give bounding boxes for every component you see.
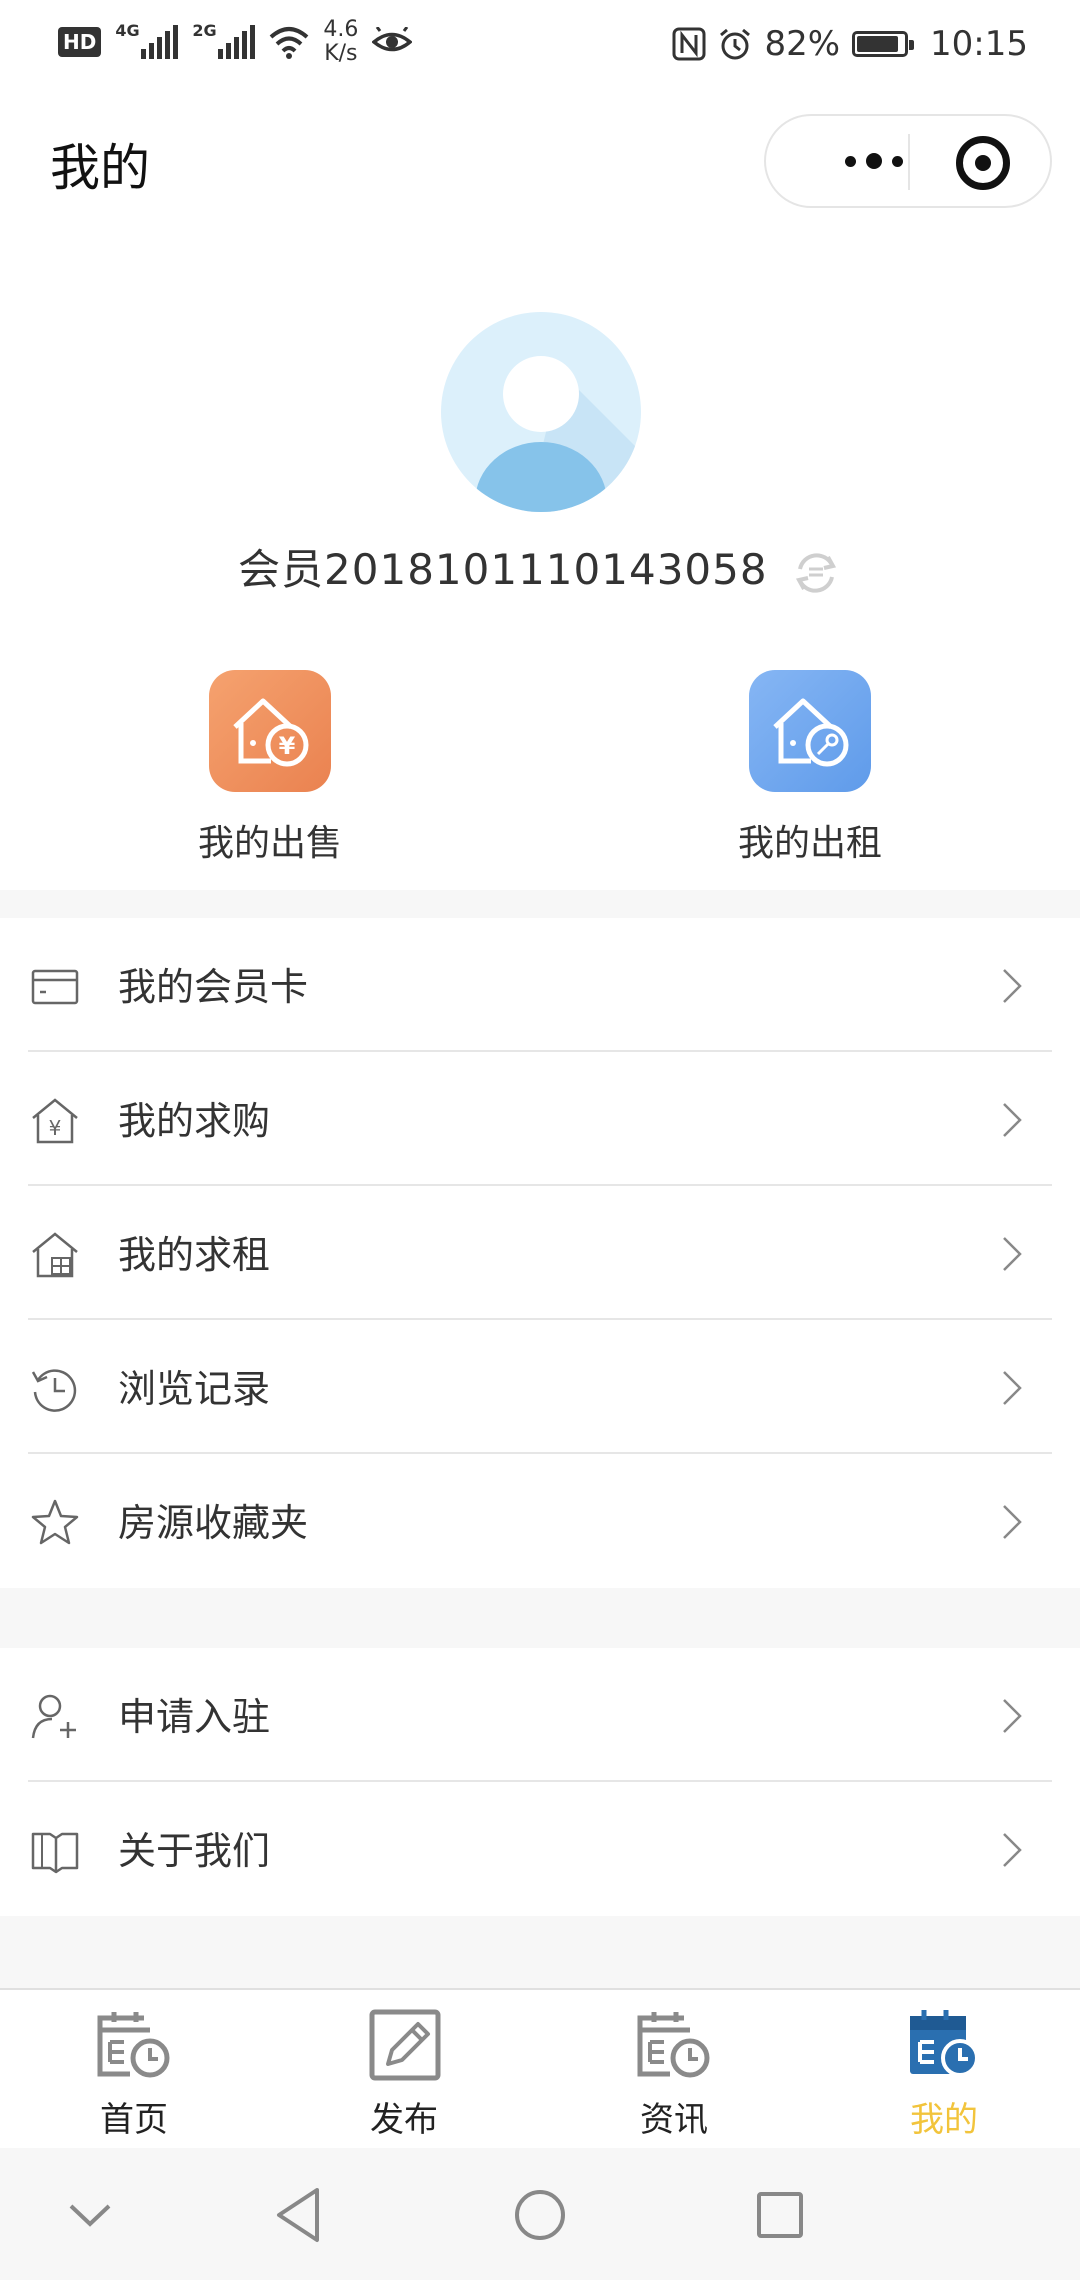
member-name-row: 会员2018101110143058 bbox=[0, 536, 1080, 599]
wifi-icon bbox=[270, 27, 309, 59]
card-icon bbox=[31, 969, 79, 1005]
tab-mine[interactable]: 我的 bbox=[854, 2008, 1034, 2141]
tab-label: 首页 bbox=[100, 2100, 168, 2140]
my-rent-button[interactable]: 我的出租 bbox=[700, 670, 920, 866]
capsule-divider bbox=[908, 134, 910, 190]
eye-icon bbox=[372, 27, 413, 52]
house-yen-outline-icon: ¥ bbox=[32, 1098, 78, 1144]
signal-4g-icon: 4G bbox=[115, 21, 179, 59]
house-key-icon bbox=[773, 698, 849, 767]
edit-icon bbox=[369, 2009, 441, 2081]
my-sale-button[interactable]: ¥ 我的出售 bbox=[160, 670, 380, 866]
house-rent-outline-icon bbox=[32, 1232, 78, 1278]
network-type-1: 4G bbox=[115, 21, 140, 40]
menu-item-label: 申请入驻 bbox=[118, 1695, 271, 1739]
status-bar: HD 4G 2G 4.6 K/s 82% 10:15 bbox=[0, 0, 1080, 90]
tab-home[interactable]: 首页 bbox=[44, 2008, 224, 2141]
clock-time: 10:15 bbox=[930, 24, 1028, 64]
menu-group-account: 我的会员卡 ¥ 我的求购 我的求租 浏览记录 房源收藏夹 bbox=[0, 918, 1080, 1588]
chevron-right-icon bbox=[1003, 1371, 1022, 1405]
chevron-right-icon bbox=[1003, 1237, 1022, 1271]
network-speed: 4.6 K/s bbox=[323, 18, 358, 66]
svg-text:¥: ¥ bbox=[49, 1116, 62, 1140]
chevron-right-icon bbox=[1003, 1833, 1022, 1867]
house-yen-icon: ¥ bbox=[233, 698, 309, 767]
chevron-right-icon bbox=[1003, 1699, 1022, 1733]
chevron-right-icon bbox=[1003, 1103, 1022, 1137]
calendar-clock-icon bbox=[97, 2012, 170, 2078]
menu-item-browse-history[interactable]: 浏览记录 bbox=[0, 1320, 1080, 1454]
star-icon bbox=[31, 1499, 79, 1545]
hd-badge: HD bbox=[58, 27, 102, 57]
menu-item-label: 我的求购 bbox=[118, 1099, 271, 1143]
menu-item-favorites[interactable]: 房源收藏夹 bbox=[0, 1454, 1080, 1588]
battery-percent: 82% bbox=[764, 24, 841, 64]
page-header: 我的 bbox=[0, 90, 1080, 240]
status-left: HD 4G 2G 4.6 K/s bbox=[58, 18, 413, 66]
tab-label: 发布 bbox=[370, 2100, 438, 2140]
menu-item-my-rent-request[interactable]: 我的求租 bbox=[0, 1186, 1080, 1320]
menu-item-label: 房源收藏夹 bbox=[118, 1501, 309, 1545]
menu-item-label: 关于我们 bbox=[118, 1829, 271, 1873]
recents-square-icon[interactable] bbox=[745, 2180, 815, 2250]
back-icon[interactable] bbox=[265, 2180, 335, 2250]
tab-news[interactable]: 资讯 bbox=[584, 2008, 764, 2141]
alarm-icon bbox=[720, 28, 751, 60]
add-user-icon bbox=[31, 1694, 76, 1739]
chevron-right-icon bbox=[1003, 969, 1022, 1003]
chevron-right-icon bbox=[1003, 1505, 1022, 1539]
rent-tile bbox=[749, 670, 871, 792]
menu-item-apply-join[interactable]: 申请入驻 bbox=[0, 1648, 1080, 1782]
menu-item-label: 我的求租 bbox=[118, 1233, 271, 1277]
tab-publish[interactable]: 发布 bbox=[314, 2008, 494, 2141]
menu-item-about-us[interactable]: 关于我们 bbox=[0, 1782, 1080, 1916]
close-target-button[interactable] bbox=[956, 136, 1010, 190]
tab-bar: 首页 发布 资讯 我的 bbox=[0, 1988, 1080, 2148]
menu-item-my-purchase[interactable]: ¥ 我的求购 bbox=[0, 1052, 1080, 1186]
page-title: 我的 bbox=[50, 139, 150, 197]
battery-icon bbox=[852, 31, 915, 57]
menu-item-member-card[interactable]: 我的会员卡 bbox=[0, 918, 1080, 1052]
network-type-2: 2G bbox=[192, 21, 217, 40]
menu-item-label: 浏览记录 bbox=[118, 1367, 271, 1411]
sale-tile: ¥ bbox=[209, 670, 331, 792]
speed-value: 4.6 bbox=[323, 17, 359, 42]
svg-text:¥: ¥ bbox=[279, 732, 296, 760]
nfc-icon bbox=[672, 27, 706, 61]
system-nav-bar bbox=[0, 2148, 1080, 2280]
menu-item-label: 我的会员卡 bbox=[118, 965, 309, 1009]
tab-label: 我的 bbox=[910, 2100, 978, 2140]
avatar[interactable] bbox=[441, 312, 641, 512]
history-icon bbox=[31, 1369, 77, 1412]
status-right: 82% 10:15 bbox=[672, 24, 1028, 64]
my-sale-label: 我的出售 bbox=[197, 823, 342, 864]
member-name: 会员2018101110143058 bbox=[238, 545, 768, 594]
mini-program-capsule bbox=[764, 114, 1052, 208]
chevron-down-icon[interactable] bbox=[55, 2180, 125, 2250]
profile-section: 会员2018101110143058 ¥ 我的出售 我的出租 bbox=[0, 240, 1080, 890]
switch-account-icon[interactable] bbox=[790, 547, 842, 599]
menu-group-about: 申请入驻 关于我们 bbox=[0, 1648, 1080, 1916]
tab-label: 资讯 bbox=[640, 2100, 708, 2140]
more-menu-button[interactable] bbox=[804, 116, 944, 206]
book-icon bbox=[31, 1832, 79, 1874]
home-circle-icon[interactable] bbox=[505, 2180, 575, 2250]
my-rent-label: 我的出租 bbox=[737, 823, 882, 864]
calendar-clock-icon bbox=[637, 2012, 710, 2078]
signal-2g-icon: 2G bbox=[192, 21, 256, 59]
calendar-clock-icon bbox=[910, 2010, 979, 2077]
speed-unit: K/s bbox=[324, 41, 358, 66]
